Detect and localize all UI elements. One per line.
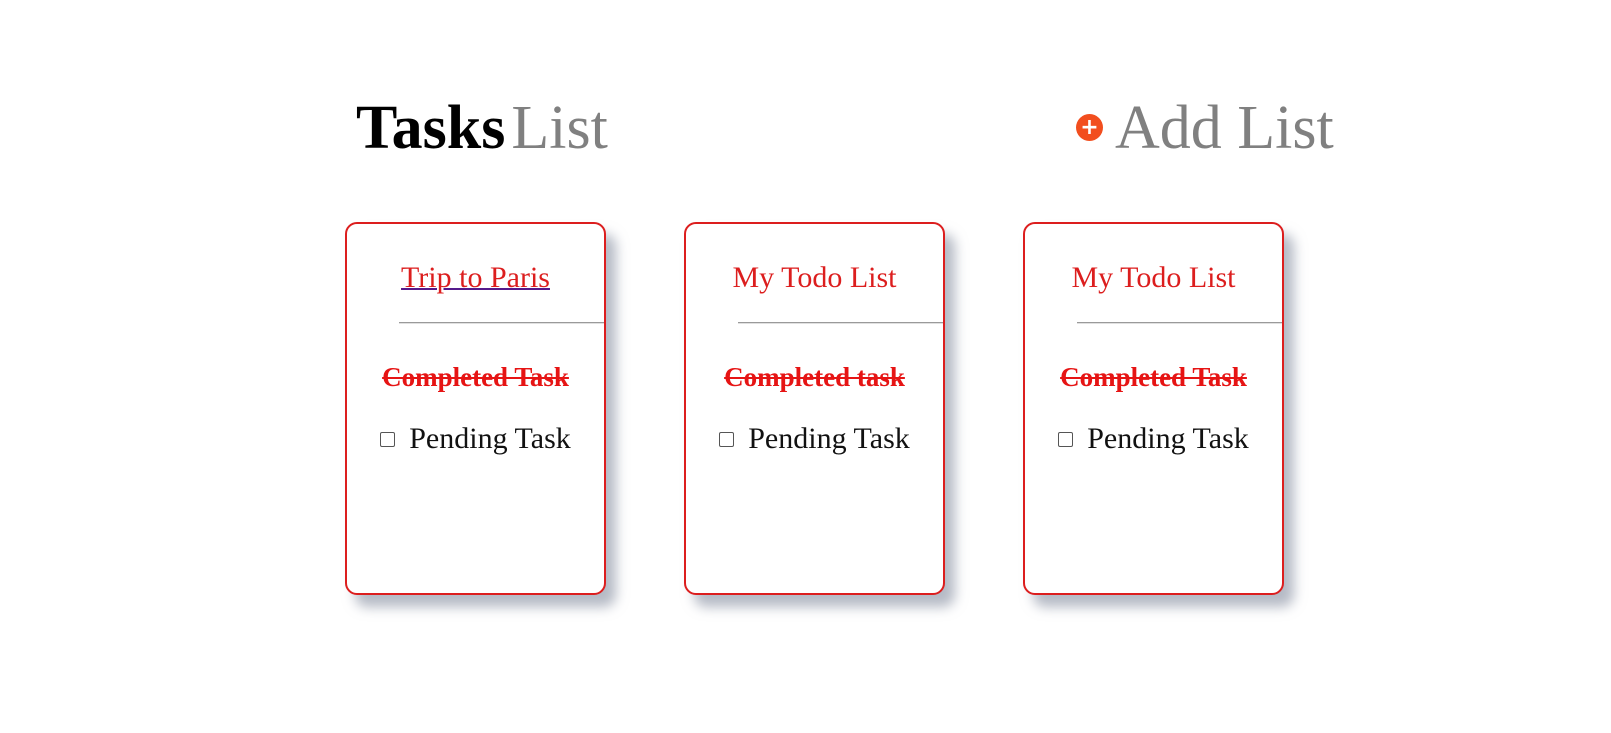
list-card-title[interactable]: My Todo List [1025,260,1282,296]
pending-task-row: Pending Task [1025,420,1282,458]
page-title: TasksList [356,92,608,164]
list-card-title[interactable]: My Todo List [686,260,943,296]
list-card-divider [399,322,604,324]
page-title-light: List [511,94,608,162]
pending-task-label[interactable]: Pending Task [1087,420,1249,458]
list-card-title[interactable]: Trip to Paris [347,260,604,296]
pending-task-checkbox[interactable] [380,431,396,447]
list-card: Trip to Paris Completed Task Pending Tas… [345,222,606,595]
list-card: My Todo List Completed task Pending Task [684,222,945,595]
list-card-divider [738,322,943,324]
pending-task-checkbox[interactable] [1058,431,1074,447]
list-card-divider [1077,322,1282,324]
pending-task-row: Pending Task [686,420,943,458]
pending-task-label[interactable]: Pending Task [748,420,910,458]
pending-task-row: Pending Task [347,420,604,458]
list-card: My Todo List Completed Task Pending Task [1023,222,1284,595]
completed-task[interactable]: Completed Task [1025,360,1282,394]
completed-task[interactable]: Completed Task [347,360,604,394]
pending-task-checkbox[interactable] [719,431,735,447]
add-list-label[interactable]: Add List [1115,92,1334,164]
add-circle-icon[interactable]: + [1076,113,1103,141]
page-title-strong: Tasks [356,94,506,162]
completed-task[interactable]: Completed task [686,360,943,394]
pending-task-label[interactable]: Pending Task [409,420,571,458]
tasks-page: TasksList + Add List Trip to Paris Compl… [0,0,1611,733]
add-list-button[interactable]: + Add List [1076,92,1334,164]
